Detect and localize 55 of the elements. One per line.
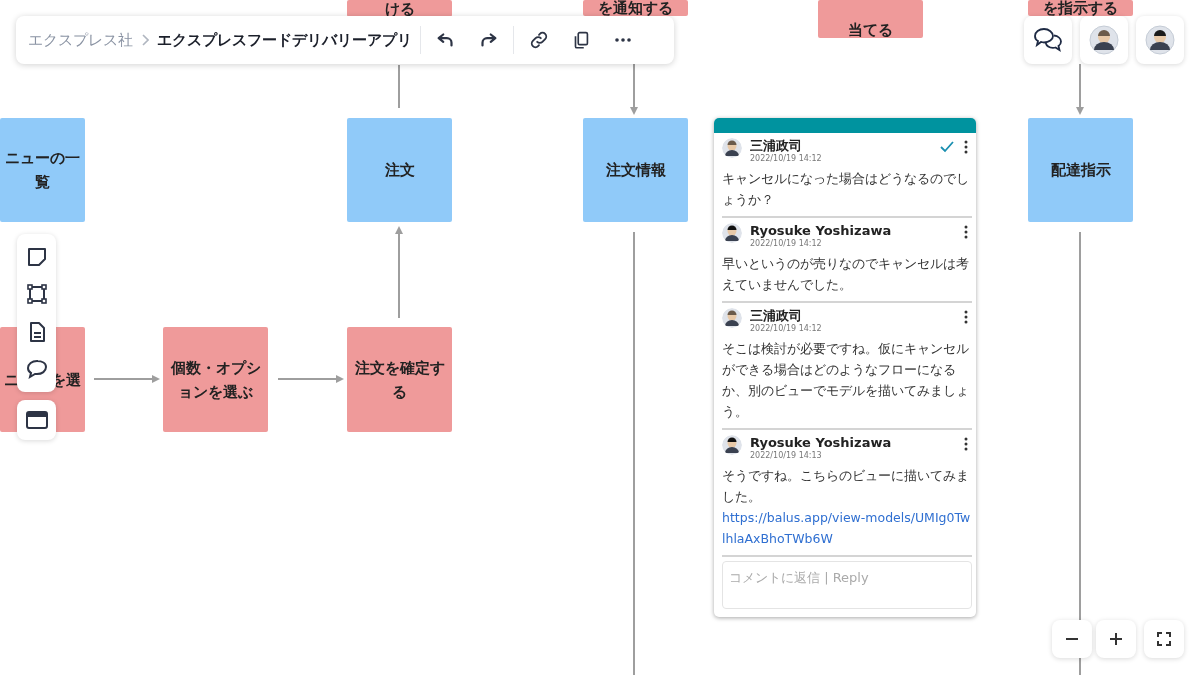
user-avatar-button[interactable] (1080, 16, 1128, 64)
comment-text: キャンセルになった場合はどうなるのでしょうか？ (722, 170, 970, 209)
fullscreen-button[interactable] (1144, 620, 1184, 658)
board-title: エクスプレスフードデリバリーアプリ (157, 29, 412, 51)
kebab-menu-icon (964, 225, 968, 239)
fullscreen-icon (1156, 631, 1172, 647)
comment-text: そこは検討が必要ですね。仮にキャンセルができる場合はどのようなフローになるか、別のビューでモデルを描いてみましょう。 (722, 340, 970, 421)
avatar-icon (722, 138, 742, 158)
sticky-note[interactable]: 注文を確定する (347, 327, 452, 432)
comments-button[interactable] (1024, 16, 1072, 64)
sticky-note[interactable]: ニューの一覧 (0, 118, 85, 222)
window-icon (24, 408, 49, 432)
user-avatar-button[interactable] (1136, 16, 1184, 64)
frame-icon (24, 282, 49, 307)
checkmark-icon (940, 141, 954, 153)
author-name: Ryosuke Yoshizawa (750, 223, 893, 239)
sticky-note[interactable]: 注文情報 (583, 118, 688, 222)
sticky-note[interactable]: を指示する (1028, 0, 1133, 16)
sticky-note[interactable]: 注文 (347, 118, 452, 222)
timestamp: 2022/10/19 14:12 (750, 154, 823, 164)
comment-text: そうですね。こちらのビューに描いてみました。 (722, 467, 970, 506)
avatar-icon (1089, 25, 1119, 55)
author-name: 三浦政司 (750, 308, 803, 324)
arrow-connector (93, 375, 160, 383)
sticky-note[interactable]: 個数・オプションを選ぶ (163, 327, 268, 432)
chevron-right-icon (141, 34, 149, 46)
arrow-connector (1076, 63, 1084, 115)
arrow-connector (277, 375, 344, 383)
comment-link[interactable]: https://balus.app/view-models/UMIg0TwlhlaAxBhoTWb6W (722, 507, 972, 549)
timestamp: 2022/10/19 14:12 (750, 239, 823, 249)
link-icon (528, 29, 550, 51)
timestamp: 2022/10/19 14:13 (750, 451, 823, 461)
avatar-icon (1145, 25, 1175, 55)
comment-text: 早いというのが売りなのでキャンセルは考えていませんでした。 (722, 255, 970, 294)
author-name: 三浦政司 (750, 138, 803, 154)
timestamp: 2022/10/19 14:12 (750, 324, 823, 334)
more-icon (615, 38, 631, 42)
kebab-menu-icon (964, 437, 968, 451)
kebab-menu-icon (964, 310, 968, 324)
sticky-note[interactable]: 配達指示 (1028, 118, 1133, 222)
note-text: ニ (4, 369, 19, 391)
kebab-menu-icon (964, 140, 968, 154)
window-tool[interactable] (17, 400, 56, 440)
plus-icon (1108, 631, 1124, 647)
reply-field[interactable]: コメントに返信 | Reply (722, 561, 972, 609)
sticky-note[interactable]: 当てる (818, 0, 923, 38)
avatar-icon (722, 223, 742, 243)
zoom-in-button[interactable] (1096, 620, 1136, 658)
connector-line (398, 64, 400, 109)
sticky-note[interactable]: を通知する (583, 0, 688, 16)
minus-icon (1065, 638, 1079, 640)
speech-bubbles-icon (1033, 27, 1063, 53)
author-name: Ryosuke Yoshizawa (750, 435, 893, 451)
avatar-icon (722, 435, 742, 455)
avatar-icon (722, 308, 742, 328)
